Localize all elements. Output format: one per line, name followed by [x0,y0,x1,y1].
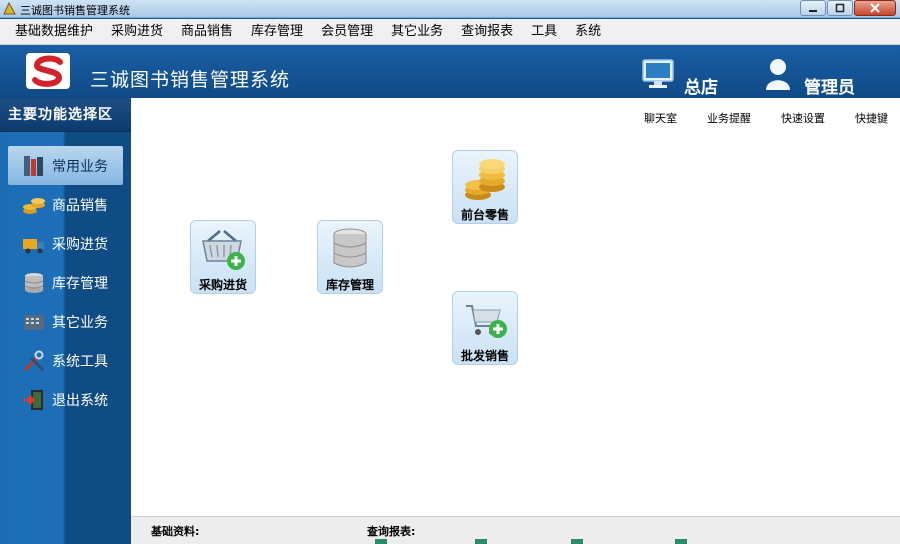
menu-bar: 基础数据维护 采购进货 商品销售 库存管理 会员管理 其它业务 查询报表 工具 … [0,19,900,45]
app-icon [3,2,16,15]
window-controls [800,0,896,16]
truck-icon [23,238,44,253]
monitor-icon [642,59,674,88]
app-title: 三诚图书销售管理系统 [90,69,291,91]
menu-item-sales[interactable]: 商品销售 [172,19,242,45]
maximize-icon [835,3,845,13]
store-label: 总店 [684,78,718,98]
report-shortcut[interactable] [475,539,487,544]
bottom-bar: 基础资料: 查询报表: [131,516,900,544]
tools-icon [23,350,45,371]
window-titlebar: 三诚图书销售管理系统 [0,0,900,18]
menu-item-inventory[interactable]: 库存管理 [242,19,312,45]
maximize-button[interactable] [827,0,853,16]
sidebar-item-sales[interactable]: 商品销售 [0,185,131,224]
cash-register-icon [24,314,44,330]
close-button[interactable] [854,0,896,16]
sidebar-item-label: 系统工具 [52,353,108,370]
link-chat-room[interactable]: 聊天室 [644,110,677,126]
app-logo [26,53,70,89]
tile-front-retail[interactable]: 前台零售 [452,150,518,224]
menu-item-basic-data[interactable]: 基础数据维护 [6,19,102,45]
sidebar-item-label: 常用业务 [52,158,108,175]
sidebar-item-other[interactable]: 其它业务 [0,302,131,341]
link-quick-settings[interactable]: 快速设置 [781,110,825,126]
menu-item-tools[interactable]: 工具 [522,19,566,45]
tile-inventory[interactable]: 库存管理 [317,220,383,294]
sidebar-item-label: 库存管理 [52,275,108,292]
exit-door-icon [24,389,43,410]
menu-item-reports[interactable]: 查询报表 [452,19,522,45]
bookshelf-icon [24,155,43,176]
quick-links: 聊天室 业务提醒 快速设置 快捷键 [644,110,888,126]
sidebar-item-label: 商品销售 [52,197,108,214]
coins-icon [465,159,505,200]
tile-label: 前台零售 [460,208,509,222]
sidebar-item-inventory[interactable]: 库存管理 [0,263,131,302]
sidebar-item-common-business[interactable]: 常用业务 [8,146,123,185]
menu-item-other[interactable]: 其它业务 [382,19,452,45]
sidebar-item-system-tools[interactable]: 系统工具 [0,341,131,380]
app-header: 三诚图书销售管理系统 总店 管理员 [0,45,900,98]
basket-add-icon [202,230,245,270]
cart-add-icon [466,305,507,338]
basic-data-label: 基础资料: [151,525,200,538]
link-business-reminder[interactable]: 业务提醒 [707,110,751,126]
user-label: 管理员 [804,78,855,98]
sidebar-item-label: 其它业务 [52,314,108,331]
close-icon [870,3,880,13]
database-icon [24,272,44,293]
window-title: 三诚图书销售管理系统 [20,4,130,17]
minimize-button[interactable] [800,0,826,16]
sidebar-list: 常用业务 商品销售 采购进货 库存管理 其它业务 系统工具 退出系统 [0,132,131,419]
tile-wholesale[interactable]: 批发销售 [452,291,518,365]
reports-label: 查询报表: [367,525,416,538]
user-icon [766,59,790,90]
report-shortcut[interactable] [375,539,387,544]
sidebar-item-purchase[interactable]: 采购进货 [0,224,131,263]
main-panel: 聊天室 业务提醒 快速设置 快捷键 前台零售 采购进货 库存管理 批发销售 [131,98,900,516]
sidebar: 主要功能选择区 常用业务 商品销售 采购进货 库存管理 其它业务 系统工具 退出… [0,98,131,544]
coins-icon [23,197,45,214]
report-shortcut[interactable] [675,539,687,544]
sidebar-item-exit[interactable]: 退出系统 [0,380,131,419]
sidebar-title: 主要功能选择区 [0,98,131,132]
link-shortcuts[interactable]: 快捷键 [855,110,888,126]
report-shortcut[interactable] [571,539,583,544]
tile-label: 库存管理 [325,278,374,292]
menu-item-purchase[interactable]: 采购进货 [102,19,172,45]
tile-purchase[interactable]: 采购进货 [190,220,256,294]
database-icon [333,228,367,268]
sidebar-item-label: 退出系统 [52,392,108,409]
menu-item-system[interactable]: 系统 [566,19,610,45]
sidebar-item-label: 采购进货 [52,236,108,253]
tile-label: 批发销售 [460,349,509,363]
menu-item-members[interactable]: 会员管理 [312,19,382,45]
minimize-icon [809,10,817,12]
tile-label: 采购进货 [198,278,247,292]
